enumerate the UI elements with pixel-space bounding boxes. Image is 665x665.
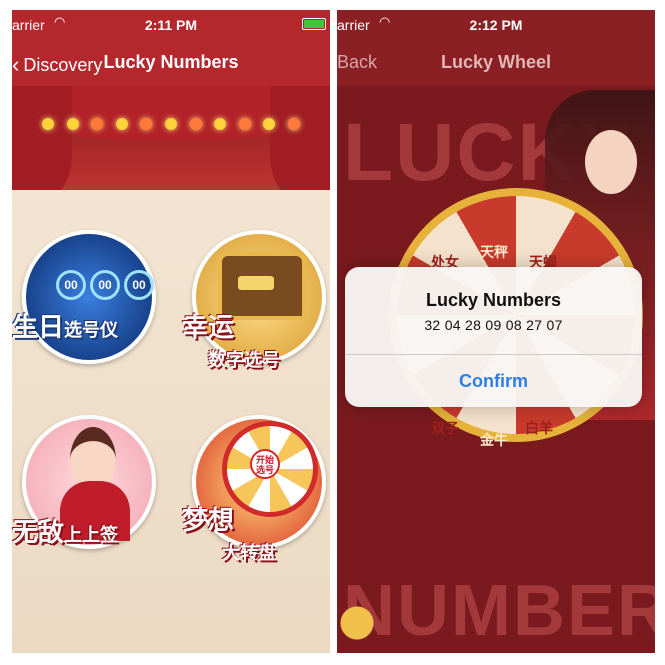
wheel-segment: 双子 [431,420,459,436]
character-face [585,130,637,194]
light-bulb-icon [238,118,251,130]
chest-lock-icon [238,276,274,290]
nav-bar: Back Lucky Wheel [337,34,655,86]
status-bar: arrier ◠ 2:12 PM [337,10,655,34]
stage-lights [42,118,300,130]
feature-label: 生日选号仪 [12,312,119,342]
light-bulb-icon [214,118,227,130]
light-bulb-icon [140,118,153,130]
nav-bar: ‹ Discovery Lucky Numbers [12,34,330,86]
lucky-numbers-alert: Lucky Numbers 32 04 28 09 08 27 07 Confi… [345,267,642,407]
feature-label: 幸运 数字选号 [182,312,280,370]
feature-label: 梦想 大转盘 [182,505,276,563]
lucky-numbers-screen: arrier ◠ 2:11 PM ‹ Discovery Lucky Numbe… [12,10,330,653]
light-bulb-icon [164,118,177,130]
gold-coins-decoration [337,593,377,653]
light-bulb-icon [66,118,79,130]
lucky-wheel-screen: arrier ◠ 2:12 PM Back Lucky Wheel LUCKY … [337,10,655,653]
light-bulb-icon [115,118,128,130]
counter-dial: 00 [124,270,154,300]
wheel-start-hub: 开始选号 [250,449,280,479]
wheel-segment: 天秤 [480,244,508,260]
lucky-digits-button[interactable]: 幸运 数字选号 [182,220,330,370]
birthday-picker-button[interactable]: 00 00 00 生日选号仪 [12,220,162,370]
light-bulb-icon [263,118,276,130]
wheel-segment: 金牛 [480,432,508,448]
dream-wheel-button[interactable]: 开始选号 梦想 大转盘 [182,405,330,563]
light-bulb-icon [91,118,104,130]
page-title: Lucky Wheel [440,52,552,72]
alert-title: Lucky Numbers [425,290,562,310]
status-bar: arrier ◠ 2:11 PM [12,10,330,34]
wheel-segment: 白羊 [525,420,553,436]
counter-dial: 00 [56,270,86,300]
alert-message: 32 04 28 09 08 27 07 [424,317,563,333]
page-title: Lucky Numbers [103,52,239,72]
counter-dial: 00 [90,270,120,300]
light-bulb-icon [189,118,202,130]
light-bulb-icon [42,118,54,130]
status-time: 2:11 PM [144,17,198,33]
invincible-sign-button[interactable]: 无敌上上签 [12,405,162,555]
battery-icon [302,18,326,30]
status-time: 2:12 PM [469,17,523,33]
confirm-button[interactable]: Confirm [345,355,642,407]
light-bulb-icon [287,118,300,130]
feature-label: 无敌上上签 [12,517,119,547]
background-word-bottom: NUMBER [343,571,655,651]
